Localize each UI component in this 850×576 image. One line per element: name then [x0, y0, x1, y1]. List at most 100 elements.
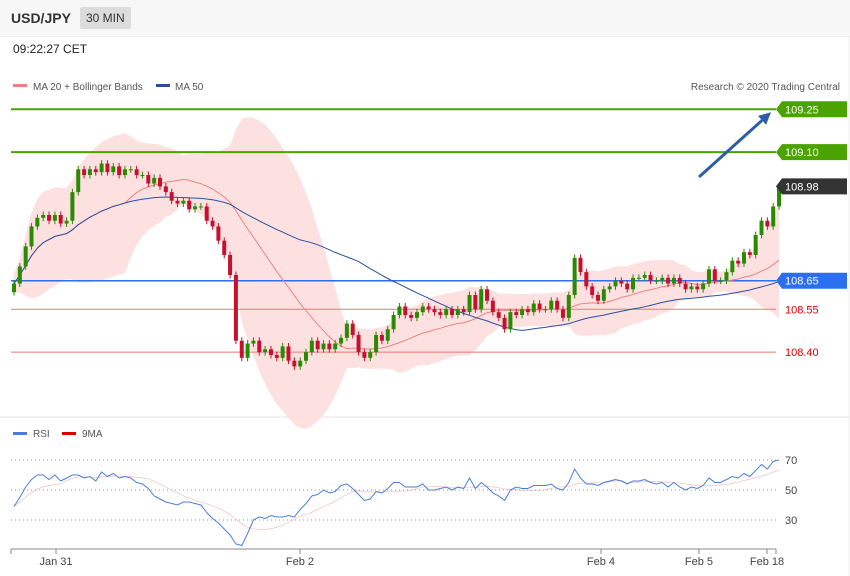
candle-body: [58, 215, 63, 224]
candle-body: [701, 283, 706, 290]
candle-body: [479, 289, 484, 310]
target-arrow: [697, 112, 771, 179]
candle-body: [99, 163, 104, 173]
candle-body: [560, 309, 565, 318]
candle-body: [198, 206, 203, 208]
candle-body: [718, 280, 723, 282]
candle-body: [613, 280, 618, 287]
candle-body: [385, 329, 390, 341]
legend-rsi-swatch: [13, 432, 27, 435]
candle-body: [566, 295, 571, 318]
rsi-level-label: 30: [785, 515, 797, 527]
chart-widget: USD/JPY 30 MIN 09:22:27 CET MA 20 + Boll…: [0, 0, 850, 576]
candle-body: [502, 317, 507, 330]
x-tick-label: Feb 2: [286, 556, 314, 568]
resistance-label: 109.10: [785, 147, 819, 159]
candle-body: [158, 177, 162, 187]
candle-body: [111, 166, 116, 173]
candle-body: [298, 360, 303, 367]
candle-body: [549, 300, 554, 310]
rsi-level-label: 50: [785, 485, 797, 497]
candle-body: [759, 220, 764, 235]
legend-9ma-swatch: [62, 432, 76, 435]
candle-body: [257, 340, 262, 353]
candle-body: [47, 215, 52, 221]
candle-body: [490, 300, 495, 313]
candle-body: [753, 235, 758, 255]
candle-body: [426, 306, 431, 310]
legend-ma50-swatch: [156, 84, 170, 87]
candle-body: [473, 295, 478, 310]
candle-body: [642, 275, 647, 278]
candle-body: [432, 309, 437, 313]
candle-body: [438, 312, 443, 315]
candle-body: [747, 252, 752, 255]
candle-body: [555, 300, 560, 310]
candle-body: [292, 360, 297, 367]
candle-body: [128, 169, 133, 171]
candle-body: [87, 169, 92, 175]
candle-body: [631, 277, 636, 290]
candle-body: [736, 260, 741, 264]
x-tick-label: Feb 18: [750, 556, 784, 568]
x-tick-label: Jan 31: [39, 556, 72, 568]
candle-body: [239, 340, 244, 358]
candle-body: [35, 217, 40, 227]
candle-body: [695, 286, 700, 290]
candle-body: [403, 306, 408, 315]
candle-body: [216, 226, 221, 241]
x-axis-ticks: Jan 31 Feb 2 Feb 4 Feb 5 Feb 18: [10, 549, 784, 568]
candle-body: [356, 335, 361, 353]
pivot-label: 108.65: [785, 276, 819, 288]
candle-body: [467, 295, 472, 313]
candle-body: [146, 175, 151, 184]
candle-body: [397, 306, 402, 315]
candle-body: [204, 206, 209, 221]
candle-body: [379, 335, 384, 341]
last-price-label: 108.98: [785, 181, 819, 193]
candle-body: [23, 246, 28, 267]
rsi-level-label: 70: [785, 455, 797, 467]
candle-body: [730, 260, 735, 273]
candle-body: [461, 309, 466, 313]
candle-body: [82, 169, 87, 175]
bollinger-band: [14, 117, 780, 429]
candle-body: [636, 277, 641, 279]
candle-body: [93, 169, 98, 173]
x-tick-label: Feb 4: [587, 556, 615, 568]
candle-body: [537, 303, 542, 310]
candle-body: [333, 343, 338, 350]
candle-body: [321, 343, 326, 350]
bollinger-band-area: [14, 117, 780, 429]
candle-body: [578, 257, 583, 273]
candle-body: [601, 289, 606, 301]
candle-body: [543, 309, 548, 311]
rsi-panel: 70 50 30: [11, 455, 797, 547]
candle-body: [70, 192, 75, 221]
candle-body: [64, 220, 69, 224]
candle-body: [280, 346, 285, 358]
price-chart: MA 20 + Bollinger Bands MA 50 Research ©…: [0, 36, 850, 576]
candle-body: [414, 312, 419, 318]
candle-body: [315, 340, 320, 350]
candle-body: [584, 272, 589, 287]
candle-body: [140, 175, 145, 176]
legend-ma20-label: MA 20 + Bollinger Bands: [33, 82, 143, 93]
candle-body: [485, 289, 490, 301]
candle-body: [17, 266, 22, 284]
rsi-9ma-line: [13, 469, 780, 530]
candle-body: [181, 200, 186, 204]
candle-body: [122, 169, 127, 175]
candle-body: [52, 215, 57, 221]
candle-body: [327, 343, 332, 350]
candle-body: [420, 306, 425, 313]
candle-body: [339, 337, 344, 344]
candle-body: [228, 255, 233, 275]
candle-body: [374, 335, 379, 353]
candle-body: [683, 283, 688, 290]
candle-body: [450, 309, 454, 315]
candle-body: [76, 169, 81, 193]
candle-body: [350, 323, 355, 335]
candle-body: [41, 215, 46, 218]
candle-body: [263, 349, 268, 353]
